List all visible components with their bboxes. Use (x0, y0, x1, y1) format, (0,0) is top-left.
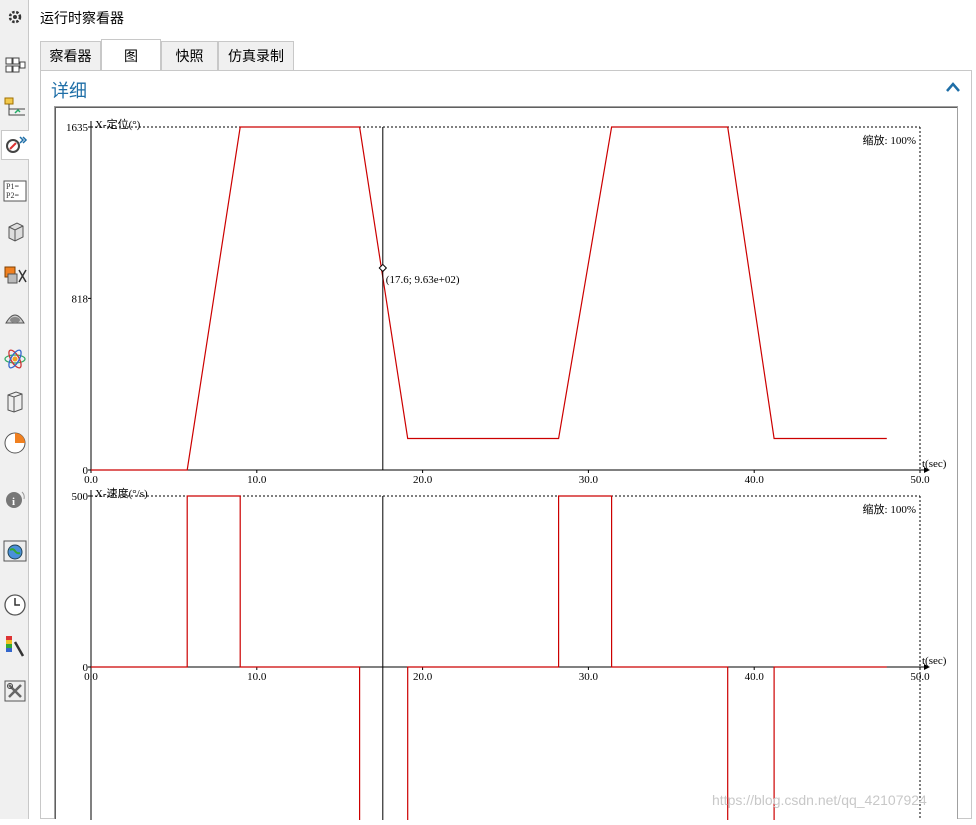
tab-snapshot[interactable]: 快照 (161, 41, 218, 70)
tools-icon[interactable] (1, 676, 28, 706)
tab-graph[interactable]: 图 (101, 39, 161, 71)
x-tick-label: 30.0 (579, 474, 599, 486)
section-title: 详细 (51, 81, 87, 101)
cursor-marker (378, 263, 388, 273)
book-icon[interactable] (1, 386, 28, 416)
left-toolbar: P1= P2= i (0, 0, 29, 819)
y-tick-label: 500 (72, 491, 89, 503)
series-line (91, 495, 887, 825)
x-tick-label: 10.0 (247, 671, 267, 683)
info-icon[interactable]: i (1, 484, 28, 514)
x-tick-label: 50.0 (910, 671, 930, 683)
part-icon[interactable] (1, 216, 28, 246)
globe-icon[interactable] (1, 536, 28, 566)
cursor-readout: (17.6; 9.63e+02) (386, 274, 460, 286)
svg-text:i: i (12, 496, 15, 508)
y-axis-label: X-速度(°/s) (95, 486, 148, 500)
y-tick-label: 1635 (66, 122, 89, 134)
watermark: https://blog.csdn.net/qq_42107924 (712, 792, 927, 808)
inspect-icon[interactable] (1, 130, 29, 160)
tab-viewer[interactable]: 察看器 (40, 41, 101, 70)
tab-sim-recording[interactable]: 仿真录制 (218, 41, 294, 70)
x-tick-label: 0.0 (84, 474, 98, 486)
series-line (91, 126, 887, 471)
sensor-icon[interactable] (1, 302, 28, 332)
y-tick-label: 818 (72, 293, 89, 305)
svg-text:P1=: P1= (6, 182, 19, 191)
gear-icon[interactable] (1, 2, 28, 32)
collapse-chevron-up-icon[interactable] (944, 80, 962, 94)
joint-icon[interactable] (1, 260, 28, 290)
physics-icon[interactable] (1, 344, 28, 374)
window-title: 运行时察看器 (40, 10, 124, 26)
timer-icon[interactable] (1, 428, 28, 458)
modules-icon[interactable] (1, 50, 28, 80)
sequence-icon[interactable] (1, 92, 28, 122)
y-axis-label: X-定位(°) (95, 117, 141, 131)
zoom-label: 缩放: 100% (863, 502, 916, 516)
clock-icon[interactable] (1, 590, 28, 620)
x-tick-label: 20.0 (413, 671, 433, 683)
graph-svg[interactable]: X-定位(°)t(sec)缩放: 100%163581800.0 10.0 20.0… (55, 107, 957, 825)
plot-area[interactable]: X-定位(°) t(sec) 缩放: 100% 1635 818 0 0.0 10.0 20.0… (54, 106, 958, 825)
x-tick-label: 20.0 (413, 474, 433, 486)
x-tick-label: 10.0 (247, 474, 267, 486)
color-icon[interactable] (1, 632, 28, 662)
x-tick-label: 30.0 (579, 671, 599, 683)
x-tick-label: 40.0 (745, 671, 765, 683)
svg-text:P2=: P2= (6, 191, 19, 200)
x-tick-label: 50.0 (910, 474, 930, 486)
x-axis-label: t(sec) (922, 655, 947, 667)
x-axis-label: t(sec) (922, 458, 947, 470)
zoom-label: 缩放: 100% (863, 133, 916, 147)
parameter-icon[interactable]: P1= P2= (1, 176, 28, 206)
x-tick-label: 40.0 (745, 474, 765, 486)
x-tick-label: 0.0 (84, 671, 98, 683)
